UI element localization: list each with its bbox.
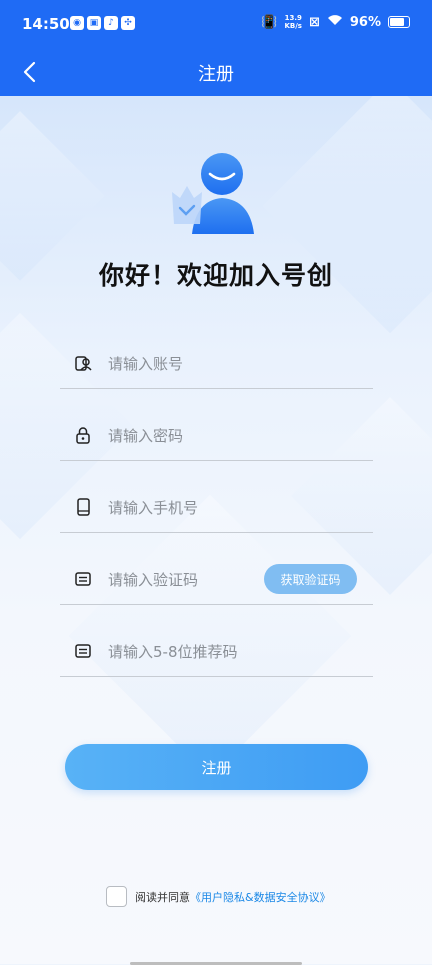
referral-input[interactable] — [106, 638, 330, 666]
user-avatar-icon — [172, 153, 254, 234]
agreement-row: 阅读并同意 《用户隐私&数据安全协议》 — [106, 886, 331, 907]
agreement-link[interactable]: 《用户隐私&数据安全协议》 — [190, 889, 331, 905]
agreement-checkbox[interactable] — [106, 886, 127, 907]
lock-icon — [74, 426, 92, 444]
battery-icon — [388, 16, 410, 28]
page-title: 注册 — [198, 64, 234, 85]
password-input[interactable] — [106, 422, 330, 450]
nav-bar: 注册 — [0, 48, 432, 96]
status-app-icons: ◉ ▣ ♪ ✣ — [70, 16, 135, 30]
background-decoration — [262, 96, 432, 334]
phone-icon — [74, 498, 92, 516]
get-code-button[interactable]: 获取验证码 — [264, 564, 357, 594]
phone-field — [60, 484, 373, 533]
register-button[interactable]: 注册 — [65, 744, 368, 790]
vibrate-icon: 📳 — [261, 14, 278, 30]
net-speed: 13.9 KB/s — [284, 14, 301, 30]
net-speed-unit: KB/s — [284, 22, 302, 30]
tiktok-icon: ♪ — [104, 16, 118, 30]
fan-icon: ✣ — [121, 16, 135, 30]
wifi-icon — [327, 14, 343, 30]
code-icon — [74, 570, 92, 588]
app-icon: ▣ — [87, 16, 101, 30]
status-time: 14:50 — [22, 15, 70, 33]
agreement-prefix: 阅读并同意 — [135, 890, 190, 904]
phone-input[interactable] — [106, 494, 330, 522]
referral-field — [60, 628, 373, 677]
referral-code-icon — [74, 642, 92, 660]
welcome-heading: 你好！欢迎加入号创 — [98, 261, 333, 290]
account-field — [60, 340, 373, 389]
status-bar: 14:50 ◉ ▣ ♪ ✣ 📳 13.9 KB/s ⊠ 96% — [0, 0, 432, 48]
account-input[interactable] — [106, 350, 330, 378]
user-card-icon — [74, 354, 92, 372]
battery-percent: 96% — [349, 14, 381, 30]
sim-icon: ⊠ — [308, 14, 320, 30]
code-field: 获取验证码 — [60, 556, 373, 605]
weibo-icon: ◉ — [70, 16, 84, 30]
register-content: 你好！欢迎加入号创 获取验证码 注册 阅读并同意 《用户隐私& — [0, 96, 432, 964]
status-right: 📳 13.9 KB/s ⊠ 96% — [261, 14, 410, 30]
password-field — [60, 412, 373, 461]
net-speed-value: 13.9 — [284, 14, 302, 22]
